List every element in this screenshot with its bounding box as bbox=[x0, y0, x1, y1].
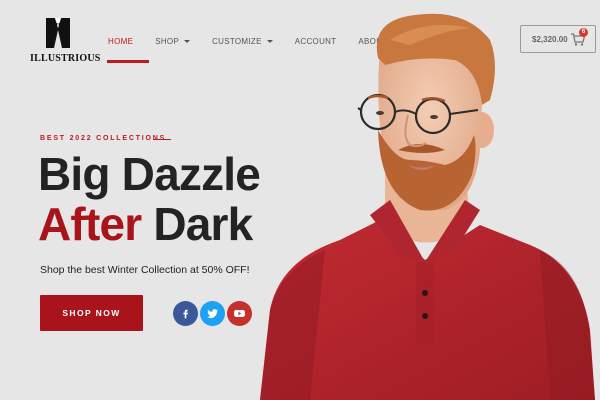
headline-accent: After bbox=[38, 198, 142, 250]
brand-logo[interactable]: ILLUSTRIOUS bbox=[30, 16, 101, 66]
active-nav-indicator bbox=[107, 60, 149, 63]
nav-item-label: HOME bbox=[108, 36, 134, 46]
twitter-link[interactable] bbox=[200, 301, 225, 326]
hero-eyebrow: BEST 2022 COLLECTIONS bbox=[40, 135, 167, 142]
hero-subtitle: Shop the best Winter Collection at 50% O… bbox=[40, 264, 250, 276]
youtube-link[interactable] bbox=[227, 301, 252, 326]
facebook-link[interactable] bbox=[173, 301, 198, 326]
nav-item-home[interactable]: HOME bbox=[108, 34, 133, 48]
headline-line1: Big Dazzle bbox=[38, 148, 261, 200]
tuxedo-icon bbox=[46, 18, 70, 48]
nav-item-shop[interactable]: SHOP bbox=[155, 34, 191, 48]
twitter-icon bbox=[206, 309, 218, 319]
headline-rest: Dark bbox=[141, 198, 253, 250]
shop-now-button[interactable]: SHOP NOW bbox=[40, 295, 143, 331]
model-photo bbox=[260, 13, 595, 400]
brand-name: ILLUSTRIOUS bbox=[30, 53, 101, 64]
eyebrow-divider bbox=[153, 139, 171, 140]
headline-line2: After Dark bbox=[38, 199, 260, 249]
facebook-icon bbox=[183, 309, 188, 319]
youtube-icon bbox=[234, 309, 245, 318]
nav-item-label: SHOP bbox=[155, 36, 180, 46]
chevron-down-icon bbox=[184, 39, 191, 43]
hero-headline: Big Dazzle After Dark bbox=[38, 148, 261, 249]
